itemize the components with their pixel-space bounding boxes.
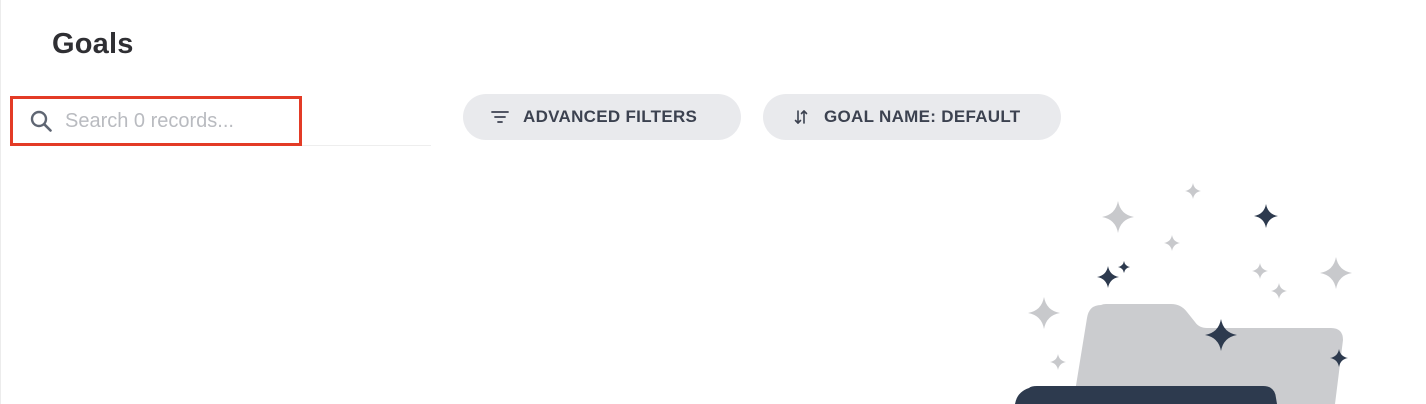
empty-state-illustration	[1001, 170, 1381, 404]
advanced-filters-label: ADVANCED FILTERS	[523, 107, 698, 126]
folder-with-sparkles-icon	[1015, 183, 1352, 404]
advanced-filters-button[interactable]: ADVANCED FILTERS	[463, 94, 741, 140]
sort-arrows-icon	[790, 106, 812, 128]
search-box-highlighted[interactable]	[10, 96, 302, 146]
page-title: Goals	[52, 28, 134, 60]
sort-label: GOAL NAME: DEFAULT	[824, 107, 1021, 126]
sort-goal-name-button[interactable]: GOAL NAME: DEFAULT	[763, 94, 1061, 140]
search-icon	[27, 107, 55, 135]
filter-lines-icon	[489, 106, 511, 128]
search-area	[10, 96, 431, 146]
search-input[interactable]	[65, 109, 265, 133]
goals-page: Goals ADVANCED FILTERS	[0, 0, 1426, 404]
